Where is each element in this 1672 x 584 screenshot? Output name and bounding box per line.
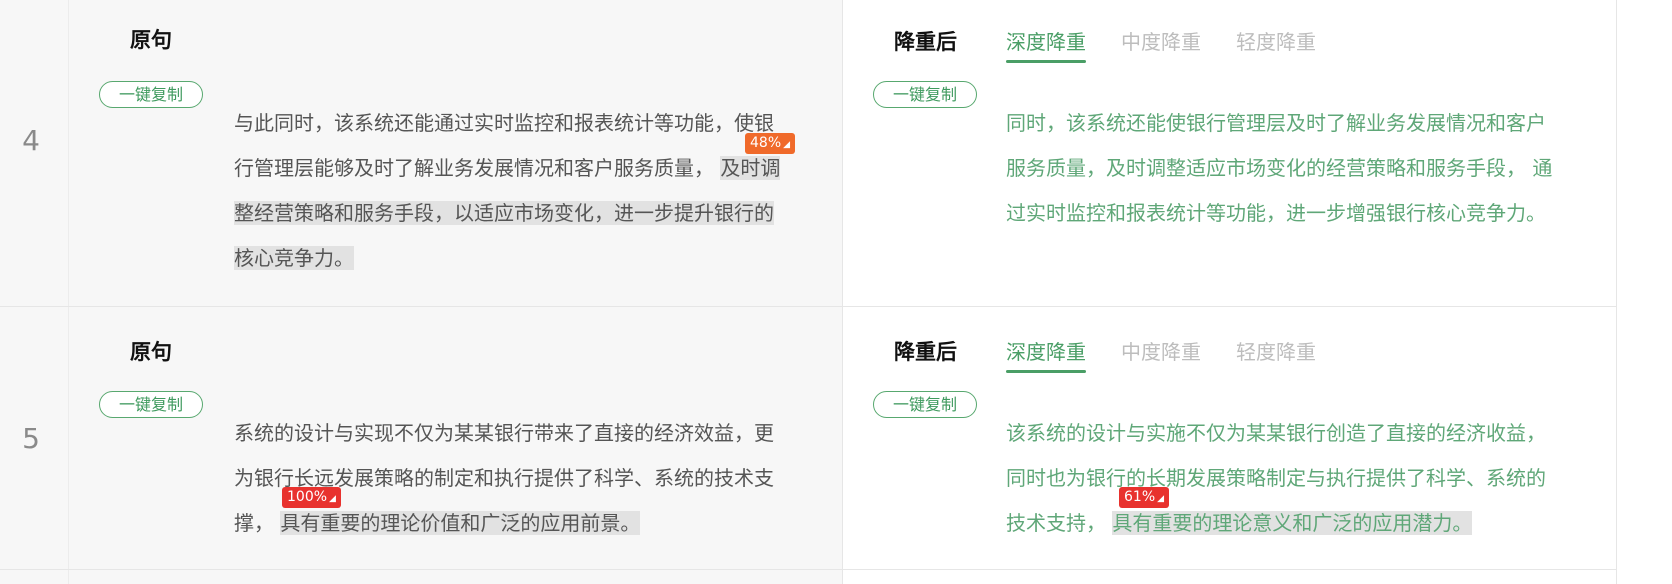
- original-sentence-cell: 原句 一键复制 与此同时，该系统还能通过实时监控和报表统计等功能，使银 行管理层…: [69, 0, 843, 306]
- original-heading: 原句: [130, 340, 172, 364]
- table-row: 4 原句 一键复制 与此同时，该系统还能通过实时监控和报表统计等功能，使银 行管…: [0, 0, 1617, 307]
- similarity-badge: 48% ◢: [745, 133, 796, 154]
- original-sentence-cell: 原句 一键复制 系统的设计与实现不仅为某某银行带来了直接的经济效益，更 为银行长…: [69, 307, 843, 569]
- text-line: 整经营策略和服务手段，以适应市场变化，进一步提升银行的: [234, 191, 780, 236]
- tab-deep-rewrite[interactable]: 深度降重: [1006, 336, 1086, 373]
- text-line: 与此同时，该系统还能通过实时监控和报表统计等功能，使银: [234, 111, 774, 135]
- text-line: 技术支持， 具有重要的理论意义和广泛的应用潜力。: [1006, 511, 1473, 535]
- copy-original-button[interactable]: 一键复制: [99, 391, 203, 418]
- table-row: 5 原句 一键复制 系统的设计与实现不仅为某某银行带来了直接的经济效益，更 为银…: [0, 307, 1617, 570]
- copy-rewrite-button[interactable]: 一键复制: [873, 391, 977, 418]
- duplicate-highlight: 及时调: [720, 156, 781, 180]
- original-heading: 原句: [130, 28, 172, 52]
- text-line: 核心竞争力。: [234, 236, 780, 281]
- rewritten-text: 该系统的设计与实施不仅为某某银行创造了直接的经济收益， 同时也为银行的长期发展策…: [1006, 411, 1546, 546]
- tab-medium-rewrite[interactable]: 中度降重: [1121, 26, 1201, 55]
- copy-rewrite-button[interactable]: 一键复制: [873, 81, 977, 108]
- row-index-cell: [0, 570, 69, 584]
- row-number: 5: [22, 422, 40, 455]
- text-line: 同时也为银行的长期发展策略制定与执行提供了科学、系统的: [1006, 466, 1546, 490]
- rewritten-sentence-cell: 降重后 深度降重 中度降重 轻度降重 一键复制 同时，该系统还能使银行管理层及时…: [843, 0, 1617, 306]
- row-index-cell: 5: [0, 307, 69, 569]
- rewritten-text: 同时，该系统还能使银行管理层及时了解业务发展情况和客户 服务质量，及时调整适应市…: [1006, 101, 1552, 236]
- original-text: 与此同时，该系统还能通过实时监控和报表统计等功能，使银 行管理层能够及时了解业务…: [234, 101, 781, 281]
- similarity-badge: 61% ◢: [1119, 487, 1170, 508]
- original-sentence-cell: [69, 570, 843, 584]
- duplicate-highlight: 具有重要的理论价值和广泛的应用前景。: [280, 511, 641, 535]
- text-line: 该系统的设计与实施不仅为某某银行创造了直接的经济收益，: [1006, 421, 1546, 445]
- tab-deep-rewrite[interactable]: 深度降重: [1006, 26, 1086, 63]
- similarity-badge: 100% ◢: [282, 487, 341, 508]
- duplicate-highlight: 核心竞争力。: [234, 246, 354, 270]
- rewrite-heading: 降重后: [894, 30, 957, 54]
- rewritten-sentence-cell: 降重后 深度降重 中度降重 轻度降重 一键复制 该系统的设计与实施不仅为某某银行…: [843, 307, 1617, 569]
- text-line: 过实时监控和报表统计等功能，进一步增强银行核心竞争力。: [1006, 201, 1546, 225]
- results-table: 4 原句 一键复制 与此同时，该系统还能通过实时监控和报表统计等功能，使银 行管…: [0, 0, 1617, 584]
- original-text: 系统的设计与实现不仅为某某银行带来了直接的经济效益，更 为银行长远发展策略的制定…: [234, 411, 774, 546]
- triangle-corner-icon: ◢: [1157, 494, 1165, 504]
- text-line: 系统的设计与实现不仅为某某银行带来了直接的经济效益，更: [234, 421, 774, 445]
- rewritten-sentence-cell: [843, 570, 1617, 584]
- tab-light-rewrite[interactable]: 轻度降重: [1236, 26, 1316, 55]
- tab-medium-rewrite[interactable]: 中度降重: [1121, 336, 1201, 365]
- text-line: 同时，该系统还能使银行管理层及时了解业务发展情况和客户: [1006, 111, 1546, 135]
- rewrite-heading: 降重后: [894, 340, 957, 364]
- copy-original-button[interactable]: 一键复制: [99, 81, 203, 108]
- triangle-corner-icon: ◢: [329, 494, 336, 504]
- row-index-cell: 4: [0, 0, 69, 306]
- triangle-corner-icon: ◢: [783, 140, 791, 150]
- duplicate-highlight: 整经营策略和服务手段，以适应市场变化，进一步提升银行的: [234, 201, 774, 225]
- row-number: 4: [22, 124, 40, 157]
- text-line: 服务质量，及时调整适应市场变化的经营策略和服务手段， 通: [1006, 156, 1553, 180]
- tab-light-rewrite[interactable]: 轻度降重: [1236, 336, 1316, 365]
- text-line: 行管理层能够及时了解业务发展情况和客户服务质量， 及时调: [234, 156, 781, 180]
- duplicate-highlight: 具有重要的理论意义和广泛的应用潜力。: [1112, 511, 1473, 535]
- table-row: [0, 570, 1617, 584]
